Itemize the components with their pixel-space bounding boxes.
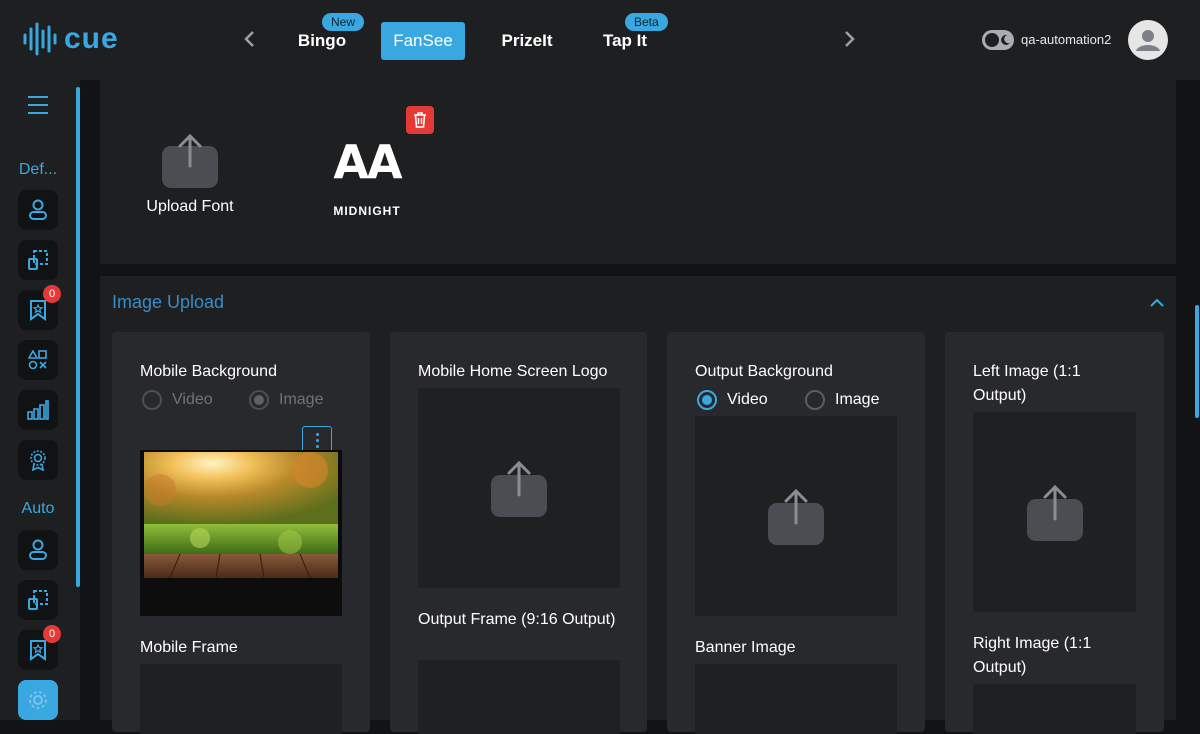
tab-tap-it[interactable]: Tap It Beta: [597, 13, 668, 60]
ribbon-star-icon: [30, 640, 46, 661]
upload-icon: [1026, 483, 1083, 541]
left-image-dropzone[interactable]: [973, 412, 1136, 612]
mobile-frame-dropzone[interactable]: [140, 664, 342, 734]
shapes-icon: [28, 350, 47, 370]
tab-fansee[interactable]: FanSee: [381, 22, 465, 60]
radio-button[interactable]: [142, 390, 162, 410]
new-badge: New: [322, 13, 365, 31]
cue-logo[interactable]: cue: [22, 22, 119, 56]
notification-badge: 0: [43, 625, 61, 643]
chevron-up-icon[interactable]: [1148, 294, 1166, 312]
beta-badge: Beta: [625, 13, 668, 31]
sidebar-item-analytics[interactable]: [18, 390, 58, 430]
radio-button[interactable]: [805, 390, 825, 410]
card-title: Output Background: [695, 363, 833, 380]
trash-icon: [414, 112, 426, 128]
tab-label: FanSee: [393, 31, 453, 50]
card-title: Mobile Home Screen Logo: [418, 363, 608, 380]
brand-name: cue: [64, 22, 119, 55]
sidebar-section-label: Auto: [21, 500, 55, 517]
output-frame-dropzone[interactable]: [418, 660, 620, 734]
tab-prizeit[interactable]: PrizeIt: [495, 22, 559, 60]
username[interactable]: qa-automation2: [1021, 32, 1111, 47]
card-title: Banner Image: [695, 639, 796, 656]
upload-icon: [491, 459, 547, 517]
soundwave-icon: [23, 22, 57, 56]
top-bar: cue Bingo New FanSee PrizeIt Tap It Beta…: [0, 0, 1200, 80]
card-title: Mobile Frame: [140, 639, 238, 656]
tab-label: Tap It: [602, 31, 648, 50]
sidebar-item-awards[interactable]: [18, 440, 58, 480]
radio-label: Video: [172, 391, 213, 408]
output-background-dropzone[interactable]: [695, 416, 897, 616]
delete-font-button[interactable]: [406, 106, 434, 134]
notification-badge: 0: [43, 285, 61, 303]
sidebar-item-settings[interactable]: [18, 680, 58, 720]
section-title[interactable]: Image Upload: [112, 292, 224, 313]
sidebar-item-layout[interactable]: [18, 240, 58, 280]
theme-toggle[interactable]: [982, 30, 1014, 50]
sidebar-item-rewards[interactable]: 0: [18, 625, 61, 670]
layout-icon: [28, 590, 48, 610]
bar-chart-icon: [27, 400, 49, 420]
sidebar-item-user[interactable]: [18, 530, 58, 570]
sidebar-section-label: Def...: [18, 161, 58, 178]
card-title: Left Image (1:1 Output): [973, 363, 1081, 404]
user-icon: [29, 199, 47, 220]
radio-video[interactable]: Video: [697, 390, 768, 410]
radio-label: Video: [727, 391, 768, 408]
radio-label: Image: [279, 391, 324, 408]
banner-image-dropzone[interactable]: [695, 664, 897, 734]
radio-image[interactable]: Image: [249, 390, 323, 410]
ribbon-star-icon: [30, 300, 46, 321]
upload-font-label: Upload Font: [146, 198, 234, 215]
upload-icon: [768, 487, 824, 545]
user-icon: [29, 539, 47, 560]
avatar[interactable]: [1128, 20, 1168, 60]
award-icon: [30, 450, 46, 471]
tab-bingo[interactable]: Bingo New: [290, 13, 365, 60]
upload-icon: [162, 132, 218, 188]
card-title: Output Frame (9:16 Output): [418, 611, 616, 628]
right-image-dropzone[interactable]: [973, 684, 1136, 734]
upload-font-button[interactable]: Upload Font: [140, 132, 240, 216]
font-preview-glyphs: AA: [333, 135, 402, 189]
radio-video[interactable]: Video: [142, 390, 213, 410]
card-title: Mobile Background: [140, 363, 277, 380]
tab-label: PrizeIt: [501, 31, 553, 50]
page-scrollbar[interactable]: [1195, 305, 1199, 418]
settings-icon: [29, 691, 47, 709]
sidebar-item-layout[interactable]: [18, 580, 58, 620]
tab-label: Bingo: [297, 31, 347, 50]
moon-icon: [1001, 34, 1010, 45]
radio-label: Image: [835, 391, 880, 408]
card-title: Right Image (1:1 Output): [973, 635, 1092, 676]
layout-icon: [28, 250, 48, 270]
sidebar-item-rewards[interactable]: 0: [18, 285, 61, 330]
chevron-left-icon[interactable]: [239, 28, 259, 54]
font-preview-midnight[interactable]: AA MIDNIGHT: [330, 130, 404, 218]
chevron-right-icon[interactable]: [840, 28, 860, 54]
logo-dropzone[interactable]: [418, 388, 620, 588]
fonts-panel: [100, 80, 1176, 264]
font-name: MIDNIGHT: [333, 204, 401, 218]
radio-button[interactable]: [697, 390, 717, 410]
user-avatar-icon: [1136, 30, 1160, 51]
radio-button[interactable]: [249, 390, 269, 410]
hamburger-menu-icon[interactable]: [28, 96, 48, 120]
background-image-preview[interactable]: [140, 450, 342, 616]
radio-image[interactable]: Image: [805, 390, 879, 410]
sidebar-item-shapes[interactable]: [18, 340, 58, 380]
sidebar-item-user[interactable]: [18, 190, 58, 230]
